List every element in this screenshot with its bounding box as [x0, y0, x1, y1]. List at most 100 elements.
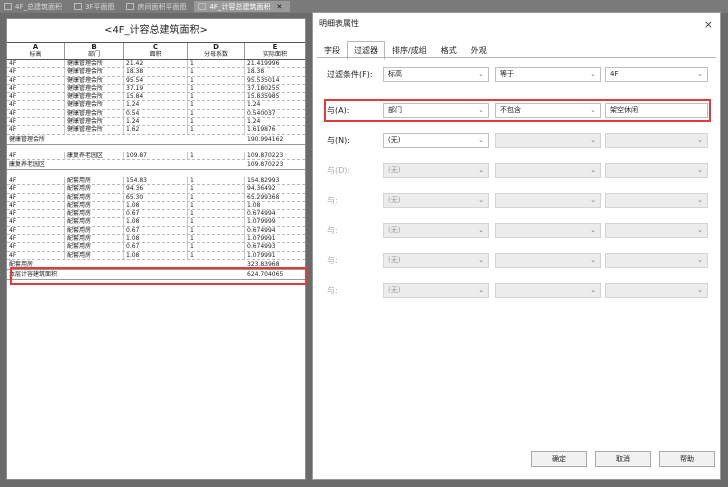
filter-operator-select[interactable]: 等于 ⌄: [495, 67, 601, 82]
table-row[interactable]: 4F 配套用房 0.67 1 0.674994: [7, 226, 305, 236]
table-cell: 健康管理会所: [65, 76, 124, 84]
table-row[interactable]: 4F 健康管理会所 21.42 1 21.419996: [7, 60, 305, 69]
filter-value-select[interactable]: ⌄: [605, 223, 708, 238]
table-row[interactable]: 4F 配套用房 1.08 1 1.079991: [7, 235, 305, 244]
column-name: 实际面积: [262, 51, 287, 58]
table-row[interactable]: 4F 健康管理会所 0.54 1 0.540037: [7, 109, 305, 119]
column-header[interactable]: C 面积: [124, 43, 188, 59]
column-header[interactable]: D 分母系数: [188, 43, 245, 59]
filter-field-select[interactable]: (无) ⌄: [383, 193, 489, 208]
filter-value-select[interactable]: 4F ⌄: [605, 67, 708, 82]
table-cell: 95.535014: [247, 76, 280, 84]
filter-value-select[interactable]: ⌄: [605, 253, 708, 268]
filter-operator-select[interactable]: ⌄: [495, 163, 601, 178]
filter-field-select[interactable]: (无) ⌄: [383, 253, 489, 268]
filter-field-select[interactable]: 标高 ⌄: [383, 67, 489, 82]
table-cell: 0.674994: [247, 226, 276, 234]
table-cell: 1.08: [247, 201, 261, 209]
close-tab-icon[interactable]: ✕: [276, 3, 282, 11]
schedule-properties-dialog: 明细表属性 × 字段 过滤器 排序/成组 格式 外观 过滤条件(F): 标高 ⌄ 等于 ⌄ 4F ⌄…: [312, 12, 721, 480]
table-row[interactable]: 4F 配套用房 0.67 1 0.674994: [7, 210, 305, 219]
filter-field-select[interactable]: (无) ⌄: [383, 283, 489, 298]
select-value: (无): [388, 226, 401, 234]
table-cell: 4F: [7, 251, 65, 259]
table-row[interactable]: 4F 健康管理会所 1.62 1 1.619876: [7, 126, 305, 135]
plan-icon: [126, 3, 135, 10]
table-cell: 37.180255: [247, 84, 280, 92]
table-cell: 1.24: [124, 101, 188, 109]
ok-button[interactable]: 确定: [531, 451, 587, 467]
table-row[interactable]: 4F 健康管理会所 18.38 1 18.38: [7, 68, 305, 77]
table-cell: 1: [188, 126, 245, 134]
table-row[interactable]: 4F 健康管理会所 37.19 1 37.180255: [7, 84, 305, 94]
table-cell: 1: [188, 101, 245, 109]
table-cell: 94.36: [124, 185, 188, 193]
highlight-box-filter: [324, 99, 711, 122]
filter-label: 与:: [327, 256, 338, 265]
table-cell: 1.619876: [247, 126, 276, 134]
filter-value-select[interactable]: ⌄: [605, 133, 708, 148]
select-value: 等于: [500, 70, 514, 78]
doc-tab-total-area[interactable]: 4F_总建筑面积: [0, 1, 70, 12]
close-icon[interactable]: ×: [704, 18, 713, 31]
filter-operator-select[interactable]: ⌄: [495, 133, 601, 148]
table-cell: 4F: [7, 84, 65, 93]
dialog-title: 明细表属性: [319, 19, 359, 28]
table-row[interactable]: 4F 康复养老园区 109.87 1 109.870223: [7, 151, 305, 160]
doc-tab-countable-area[interactable]: 4F_计容总建筑面积 ✕: [194, 1, 291, 12]
chevron-down-icon: ⌄: [590, 70, 596, 78]
table-cell: 健康管理会所: [65, 60, 124, 68]
filter-field-select[interactable]: (无) ⌄: [383, 133, 489, 148]
table-row[interactable]: 4F 配套用房 0.67 1 0.674993: [7, 243, 305, 252]
table-cell: 康复养老园区: [65, 151, 124, 159]
table-row[interactable]: 4F 健康管理会所 15.84 1 15.835985: [7, 93, 305, 102]
table-cell: 配套用房: [65, 243, 124, 251]
filter-operator-select[interactable]: ⌄: [495, 253, 601, 268]
table-row[interactable]: 4F 配套用房 94.36 1 94.36492: [7, 185, 305, 194]
table-cell: 0.674994: [247, 210, 276, 218]
table-row[interactable]: 4F 配套用房 1.08 1 1.08: [7, 201, 305, 211]
filter-field-select[interactable]: (无) ⌄: [383, 163, 489, 178]
table-cell: 4F: [7, 235, 65, 243]
chevron-down-icon: ⌄: [590, 136, 596, 144]
table-cell: 1: [188, 118, 245, 126]
table-cell: 健康管理会所: [65, 118, 124, 126]
filter-value-select[interactable]: ⌄: [605, 283, 708, 298]
schedule-column-headers: A 标高 B 部门 C 面积 D 分母系数 E 实际面积: [7, 43, 305, 60]
column-name: 部门: [87, 51, 100, 58]
chevron-down-icon: ⌄: [478, 166, 484, 174]
table-row[interactable]: 4F 健康管理会所 95.54 1 95.535014: [7, 76, 305, 85]
table-cell: 健康管理会所: [65, 101, 124, 109]
table-row[interactable]: 4F 配套用房 154.83 1 154.82993: [7, 176, 305, 186]
table-row[interactable]: 4F 配套用房 1.08 1 1.079999: [7, 218, 305, 227]
cancel-button[interactable]: 取消: [595, 451, 651, 467]
table-cell: 配套用房: [65, 193, 124, 201]
table-cell: 15.835985: [247, 93, 280, 101]
group-support-rooms: 4F 配套用房 154.83 1 154.82993 4F 配套用房 94.36 1 94.364…: [7, 176, 305, 260]
table-cell: 4F: [7, 109, 65, 118]
column-header[interactable]: A 标高: [7, 43, 65, 59]
table-row[interactable]: 4F 健康管理会所 1.24 1 1.24: [7, 118, 305, 127]
doc-tab-3f-plan[interactable]: 3F平面图: [70, 1, 122, 12]
filter-value-select[interactable]: ⌄: [605, 193, 708, 208]
filter-operator-select[interactable]: ⌄: [495, 223, 601, 238]
table-cell: 4F: [7, 126, 65, 134]
chevron-down-icon: ⌄: [697, 166, 703, 174]
table-row[interactable]: 4F 健康管理会所 1.24 1 1.24: [7, 101, 305, 110]
filter-operator-select[interactable]: ⌄: [495, 193, 601, 208]
column-header[interactable]: E 实际面积: [245, 43, 305, 59]
doc-tab-room-area-plan[interactable]: 房间面积平面图: [122, 1, 194, 12]
filter-operator-select[interactable]: ⌄: [495, 283, 601, 298]
table-row[interactable]: 4F 配套用房 1.08 1 1.079991: [7, 251, 305, 260]
table-cell: 0.54: [124, 109, 188, 118]
table-cell: 1: [188, 109, 245, 118]
table-cell: 4F: [7, 151, 65, 159]
column-header[interactable]: B 部门: [65, 43, 124, 59]
chevron-down-icon: ⌄: [590, 286, 596, 294]
table-cell: 4F: [7, 60, 65, 68]
filter-value-select[interactable]: ⌄: [605, 163, 708, 178]
filter-field-select[interactable]: (无) ⌄: [383, 223, 489, 238]
table-cell: 0.674993: [247, 243, 276, 251]
help-button[interactable]: 帮助: [659, 451, 715, 467]
table-row[interactable]: 4F 配套用房 65.30 1 65.299368: [7, 193, 305, 202]
